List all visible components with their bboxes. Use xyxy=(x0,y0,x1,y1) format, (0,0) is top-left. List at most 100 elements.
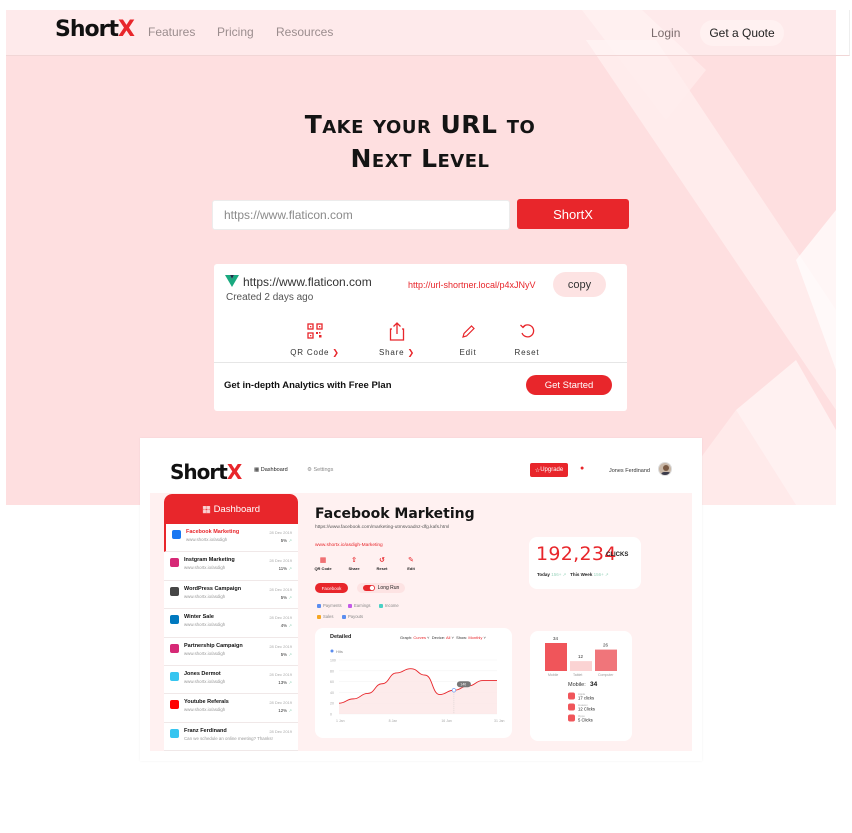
y-tick-label: 60 xyxy=(330,680,334,684)
reset-icon: ↺ xyxy=(379,557,385,564)
device-bar xyxy=(595,649,617,671)
sidebar-item[interactable]: WordPress Campaign www.shortx.io/asdigh 28… xyxy=(164,581,298,610)
sidebar-item[interactable]: Facebook Marketing www.shortx.io/asdigh 28… xyxy=(164,524,298,553)
hero-title-line1: Take your URL to xyxy=(304,110,536,139)
trend-up-icon: ↗ xyxy=(287,679,292,685)
dashboard-logo[interactable]: ShortX xyxy=(170,460,242,484)
campaign-icon xyxy=(170,700,179,710)
series-legend-label: Hits xyxy=(336,649,343,654)
edit-icon: ✎ xyxy=(408,557,414,564)
hits-area xyxy=(339,668,497,714)
nav-features[interactable]: Features xyxy=(148,25,195,39)
dash-reset-button[interactable]: ↺ Reset xyxy=(371,556,393,571)
nav-resources[interactable]: Resources xyxy=(276,25,333,39)
sidebar-item-url: www.shortx.io/asdigh xyxy=(184,678,226,684)
reset-action[interactable]: Reset xyxy=(497,319,557,357)
trend-up-icon: ↗ xyxy=(287,651,292,657)
campaign-icon xyxy=(172,530,181,539)
campaign-title: Facebook Marketing xyxy=(315,506,475,522)
sidebar-item-stat: 12% ↗ xyxy=(278,708,292,714)
dashboard-header: ShortX ▦ Dashboard ⚙ Settings ☆ Upgrade … xyxy=(150,450,692,493)
device-bar-label: Computer xyxy=(598,673,614,677)
nav-pricing[interactable]: Pricing xyxy=(217,25,254,39)
campaign-short-url[interactable]: www.shortx.io/asdigh-Marketing xyxy=(315,543,383,548)
y-tick-label: 40 xyxy=(330,691,334,695)
device-bar-value: 34 xyxy=(553,636,559,641)
share-icon xyxy=(367,319,427,343)
url-input[interactable]: https://www.flaticon.com xyxy=(212,200,510,230)
x-tick-label: 16 Jan xyxy=(441,719,452,723)
edit-label: Edit xyxy=(459,348,477,357)
sidebar-item-date: 28 Dec 2019 xyxy=(269,671,292,677)
avatar[interactable] xyxy=(658,462,672,476)
sidebar-dashboard-header[interactable]: ▦ Dashboard xyxy=(164,494,298,524)
get-started-button[interactable]: Get Started xyxy=(526,375,612,395)
clicks-value: 192,234 xyxy=(536,543,617,565)
sidebar-item[interactable]: Instgram Marketing www.shortx.io/asdigh 28… xyxy=(164,552,298,581)
dash-edit-button[interactable]: ✎ Edit xyxy=(400,556,422,571)
edit-action[interactable]: Edit xyxy=(438,319,498,357)
x-tick-label: 8 Jan xyxy=(389,719,398,723)
sidebar-item-stat: 5% ↗ xyxy=(281,595,292,601)
brand-logo[interactable]: ShortX xyxy=(55,17,135,42)
sidebar-item-url: www.shortx.io/asdigh xyxy=(184,707,226,713)
trend-up-icon: ↗ xyxy=(605,572,609,577)
tab-settings[interactable]: ⚙ Settings xyxy=(307,467,333,473)
clicks-card: 192,234 CLICKS Today 156+ ↗ This Week 15… xyxy=(529,537,641,589)
trend-up-icon: ↗ xyxy=(287,594,292,600)
brand-clicks: 12 Clicks xyxy=(578,707,595,712)
result-card: https://www.flaticon.com Created 2 days … xyxy=(214,264,627,411)
dash-qr-button[interactable]: ▦ QR Code xyxy=(312,556,334,571)
campaign-icon xyxy=(170,643,179,653)
hero-section xyxy=(6,10,836,505)
facebook-pill[interactable]: Facebook xyxy=(315,583,348,593)
hits-line-chart: Hits 100 80 60 40 20 0 1 Jan 8 Jan 16 Jan 31 Jan 14… xyxy=(330,649,505,723)
legend-income: Income xyxy=(379,603,399,608)
campaign-icon xyxy=(170,728,179,738)
series-legend-dot xyxy=(330,649,334,653)
sidebar-item[interactable]: Winter Sale www.shortx.io/asdigh 28 Dec 20… xyxy=(164,609,298,638)
sidebar-item[interactable]: Franz Ferdinand Can we schedule an online… xyxy=(164,723,298,751)
sidebar-item-date: 28 Dec 2019 xyxy=(269,586,292,592)
sidebar-item-stat: 4% ↗ xyxy=(281,623,292,629)
sidebar-item[interactable]: Partnership Campaign www.shortx.io/asdigh… xyxy=(164,638,298,666)
qr-code-action[interactable]: QR Code ❯ xyxy=(285,319,345,357)
long-run-toggle[interactable]: Long Run xyxy=(357,583,405,593)
dash-share-button[interactable]: ⇧ Share xyxy=(343,556,365,571)
short-url-link[interactable]: http://url-shortner.local/p4xJNyV xyxy=(408,280,536,290)
dashboard-sidebar: ▦ Dashboard Facebook Marketing www.shortx… xyxy=(164,494,298,751)
y-tick-label: 0 xyxy=(330,713,332,717)
analytics-promo-text: Get in-depth Analytics with Free Plan xyxy=(224,380,392,391)
y-tick-label: 100 xyxy=(330,659,336,663)
bell-icon[interactable]: ● xyxy=(580,465,584,472)
copy-button[interactable]: copy xyxy=(553,272,606,297)
trend-up-icon: ↗ xyxy=(287,566,292,572)
get-quote-button[interactable]: Get a Quote xyxy=(700,20,784,46)
hover-point xyxy=(451,688,457,693)
trend-up-icon: ↗ xyxy=(287,708,292,714)
login-link[interactable]: Login xyxy=(651,26,680,40)
device-bar-label: Mobile xyxy=(548,673,558,677)
campaign-icon xyxy=(170,615,179,625)
chevron-down-icon: ❯ xyxy=(407,348,415,357)
qr-code-label: QR Code xyxy=(290,348,330,357)
tab-dashboard[interactable]: ▦ Dashboard xyxy=(254,467,288,473)
upgrade-button[interactable]: ☆ Upgrade xyxy=(530,463,568,477)
sidebar-list: Facebook Marketing www.shortx.io/asdigh 28… xyxy=(164,524,298,751)
shortx-submit-button[interactable]: ShortX xyxy=(517,199,629,229)
device-card: 34 Mobile 12 Tablet 26 Computer Mobile: 34 Apple… xyxy=(530,631,632,741)
tooltip-value: 140 xyxy=(460,682,466,686)
y-tick-label: 20 xyxy=(330,702,334,706)
trend-up-icon: ↗ xyxy=(562,572,567,577)
sidebar-item-percent: 13% xyxy=(278,679,288,685)
sidebar-item[interactable]: Youtube Referals www.shortx.io/asdigh 28 D… xyxy=(164,694,298,723)
legend-payouts: Payouts xyxy=(342,614,363,619)
reset-label: Reset xyxy=(514,348,540,357)
sidebar-item-url: www.shortx.io/asdigh xyxy=(184,565,226,571)
x-decoration-icon xyxy=(582,10,836,505)
share-action[interactable]: Share ❯ xyxy=(367,319,427,357)
reset-icon xyxy=(497,319,557,343)
sidebar-item-date: 28 Dec 2019 xyxy=(269,643,292,649)
sidebar-item[interactable]: Jones Dermot www.shortx.io/asdigh 28 Dec 2… xyxy=(164,666,298,695)
legend-earnings: Earnings xyxy=(348,603,371,608)
